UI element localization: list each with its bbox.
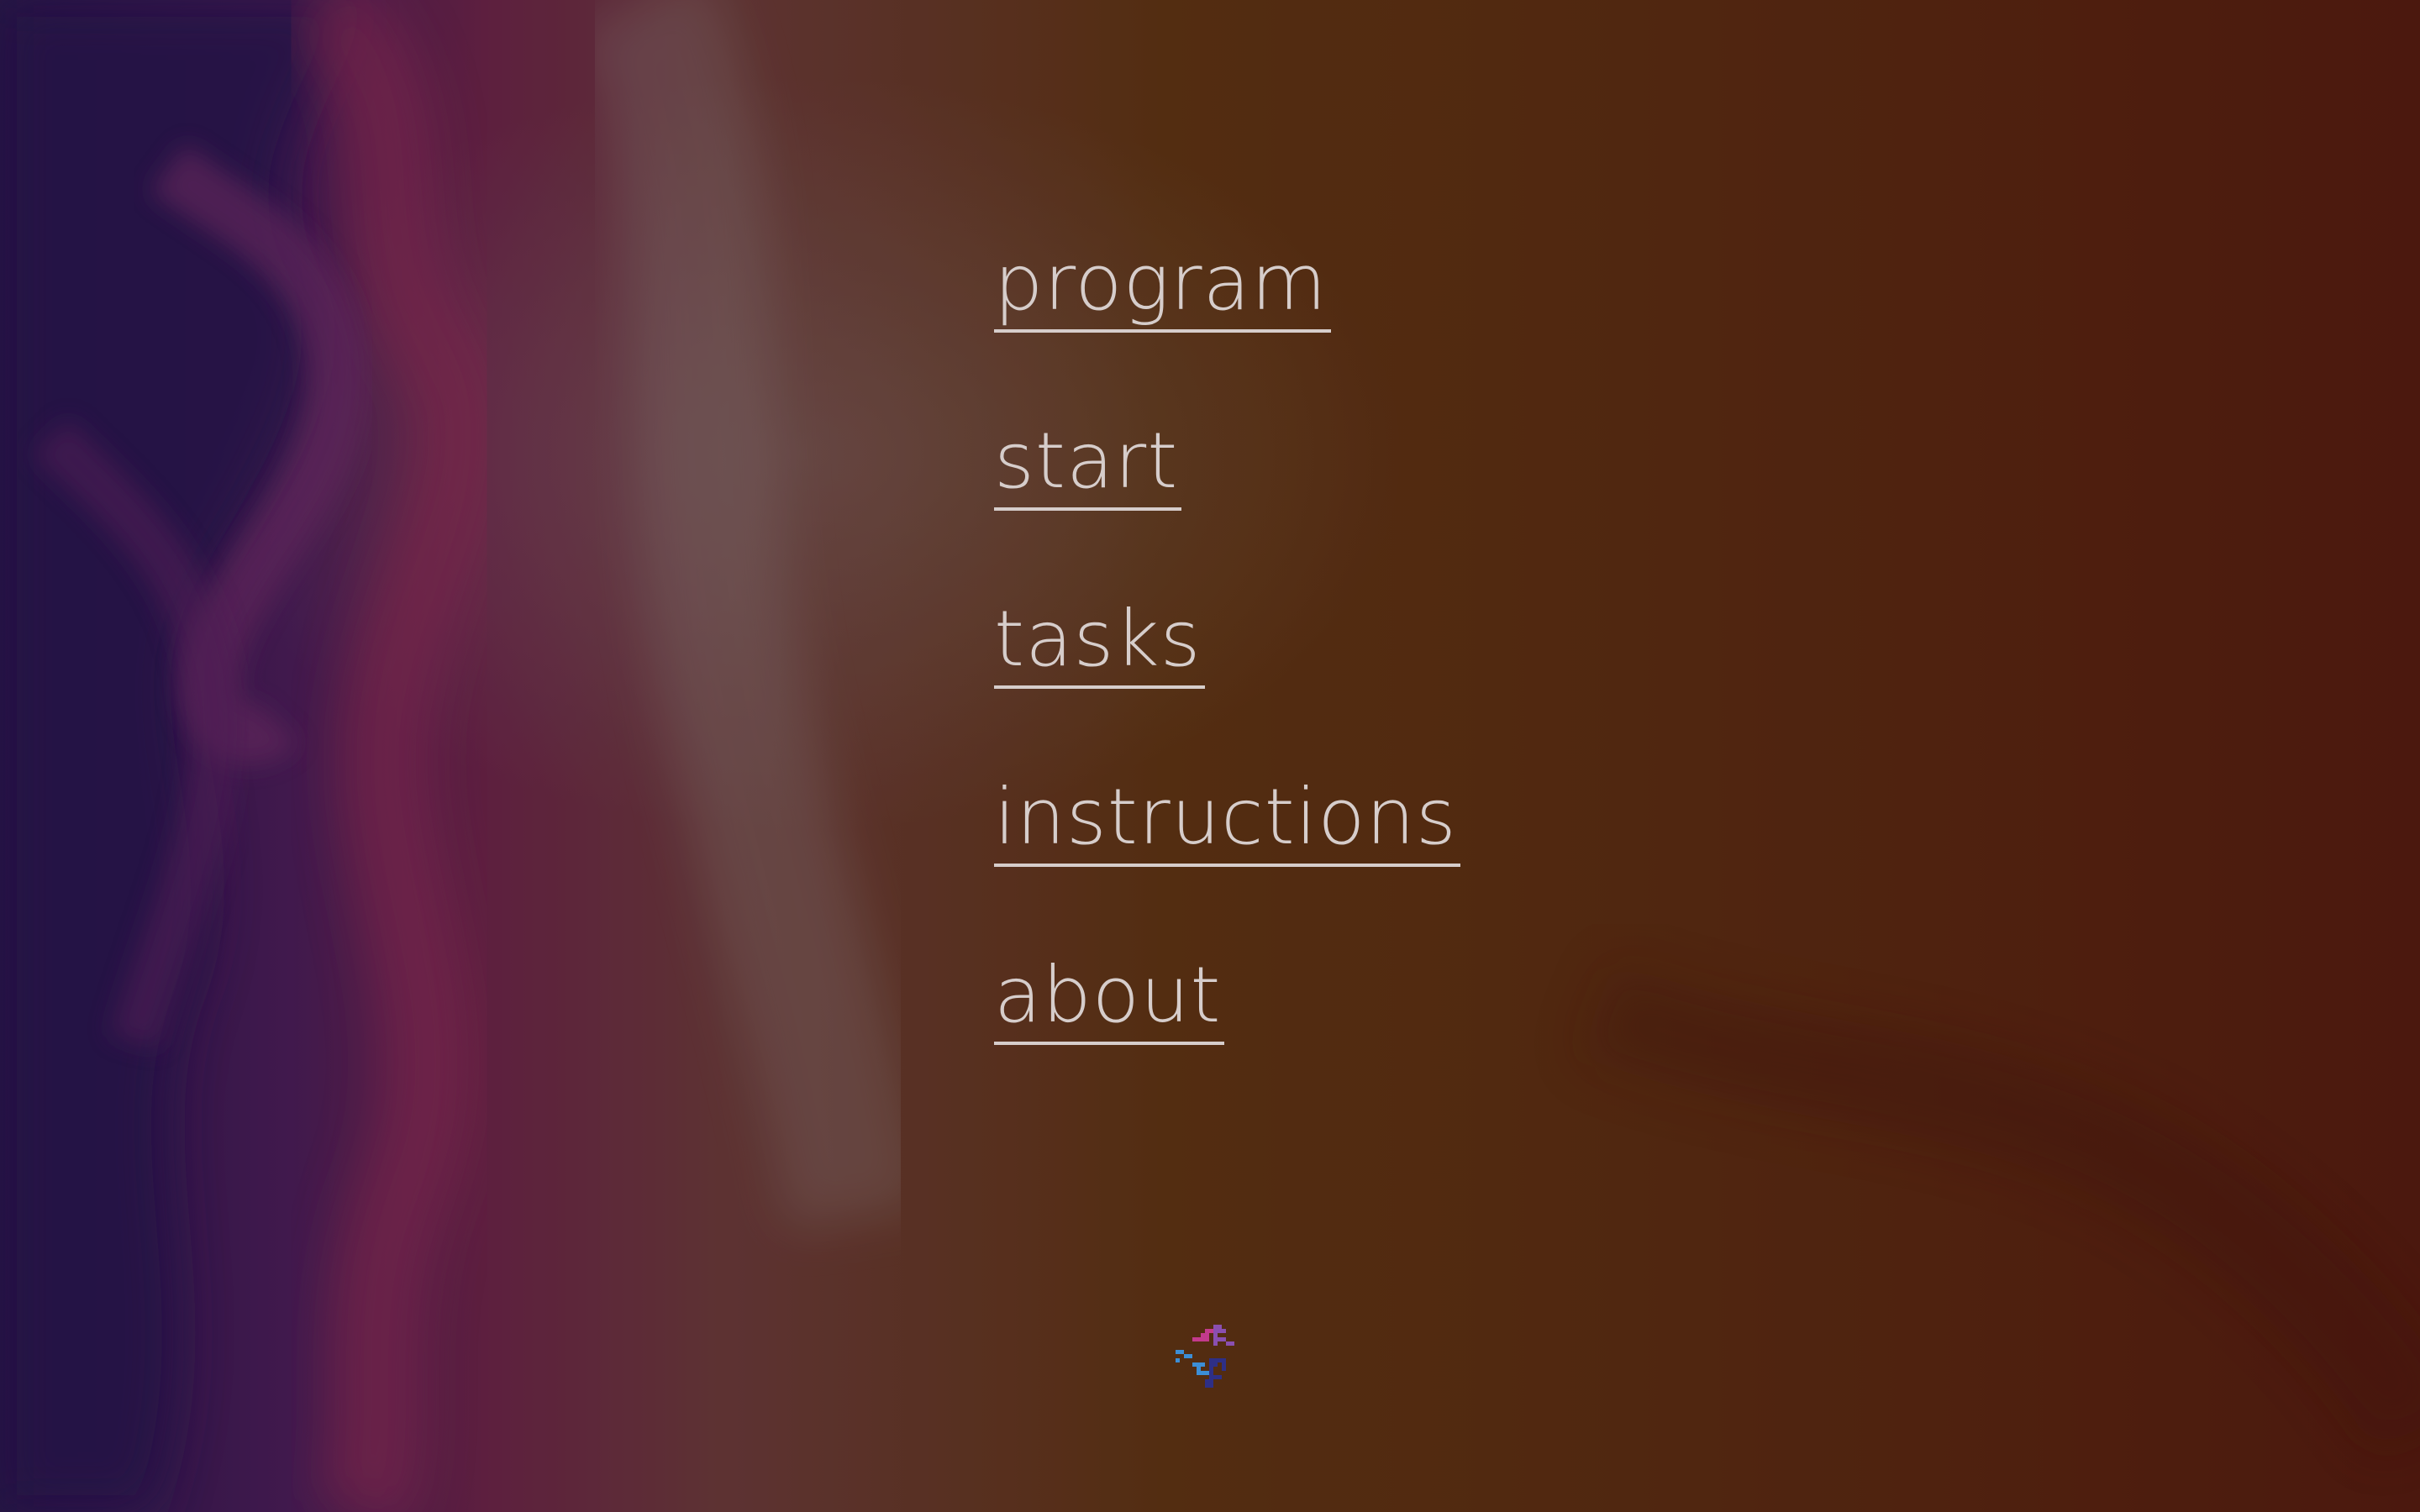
menu-item-start[interactable]: start <box>994 415 1582 593</box>
menu-item-instructions[interactable]: instructions <box>994 771 1582 949</box>
menu-item-label: tasks <box>994 593 1205 689</box>
menu-item-tasks[interactable]: tasks <box>994 593 1582 771</box>
menu-item-label: start <box>994 415 1182 511</box>
menu-item-about[interactable]: about <box>994 949 1582 1127</box>
pixel-flower-logo-icon <box>1171 1320 1247 1396</box>
menu-item-label: about <box>994 949 1225 1045</box>
menu-item-program[interactable]: program <box>994 237 1582 415</box>
main-menu: program start tasks instructions about <box>994 237 1582 1127</box>
menu-item-label: instructions <box>994 771 1460 867</box>
menu-item-label: program <box>994 237 1331 333</box>
